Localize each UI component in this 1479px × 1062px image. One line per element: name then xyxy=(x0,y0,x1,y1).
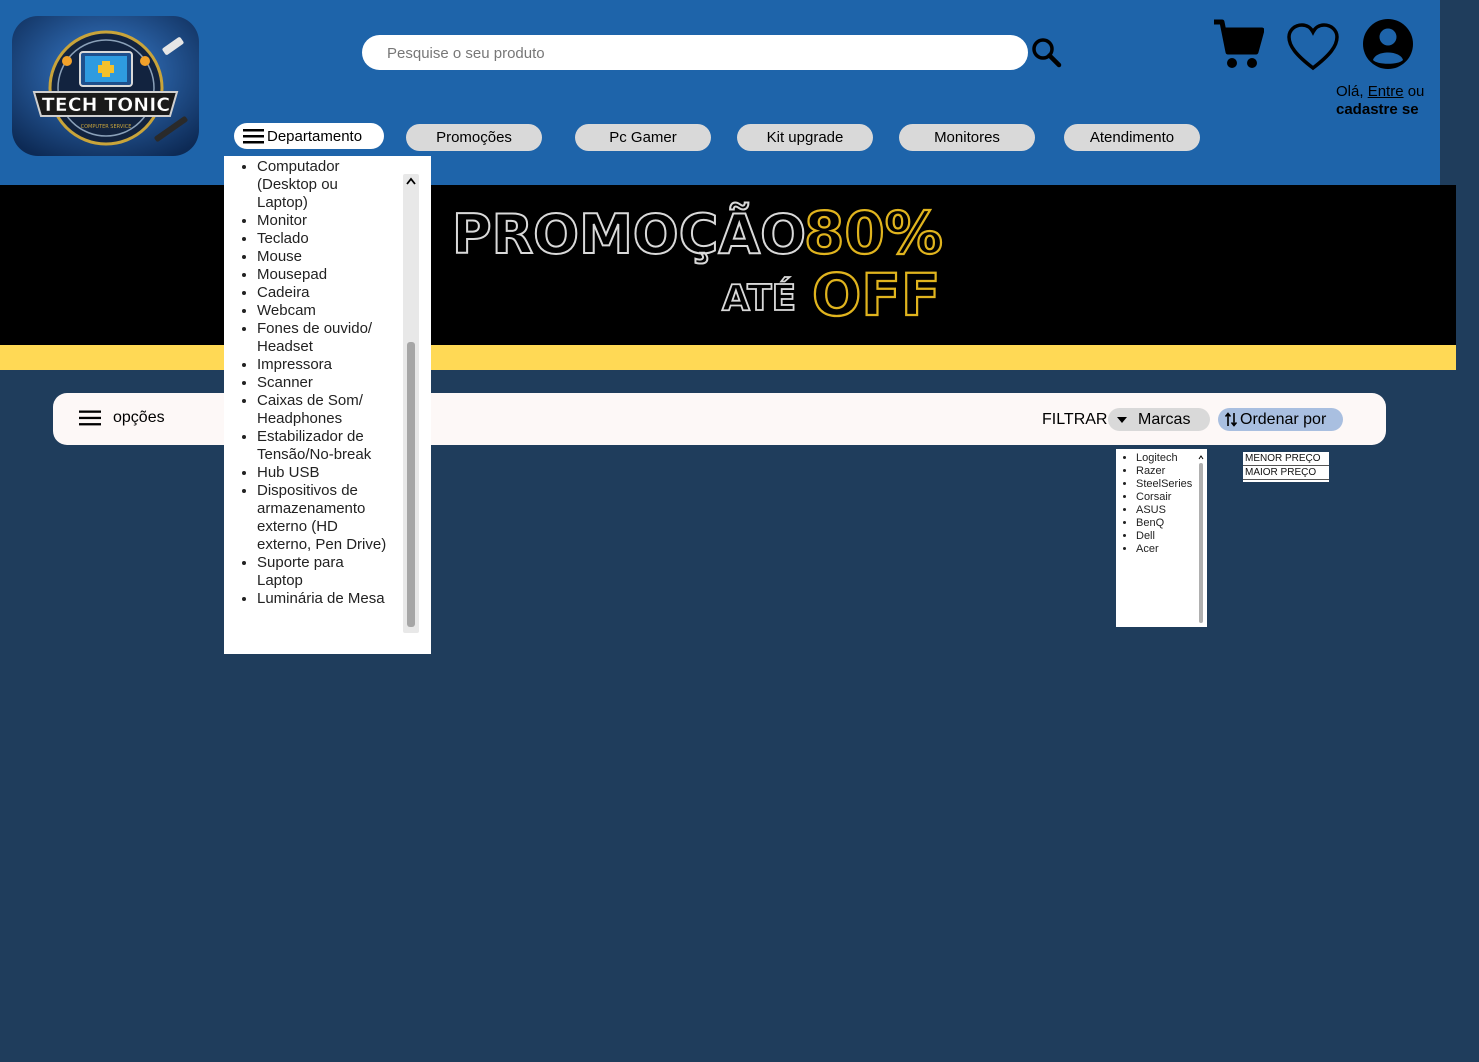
sort-label: Ordenar por xyxy=(1240,410,1327,428)
banner-percent: 80% xyxy=(804,199,943,267)
sort-options-list: MENOR PREÇO MAIOR PREÇO xyxy=(1243,452,1329,482)
filter-label: FILTRAR: xyxy=(1042,411,1112,428)
sort-button[interactable]: Ordenar por xyxy=(1218,408,1343,431)
brand-item[interactable]: ASUS xyxy=(1136,504,1207,517)
department-item[interactable]: Mouse xyxy=(257,248,387,266)
department-scroll-thumb[interactable] xyxy=(407,342,415,627)
heart-icon[interactable] xyxy=(1286,22,1340,72)
options-label: opções xyxy=(113,409,165,426)
department-item[interactable]: Webcam xyxy=(257,302,387,320)
logo-text: TECH TONIC xyxy=(42,94,170,116)
department-list: Computador (Desktop ou Laptop) Monitor T… xyxy=(224,158,387,608)
nav-promocoes[interactable]: Promoções xyxy=(406,124,542,151)
signup-link[interactable]: cadastre se xyxy=(1336,101,1419,118)
login-link[interactable]: Entre xyxy=(1368,83,1404,100)
logo-subtext: COMPUTER SERVICE xyxy=(81,124,132,130)
department-item[interactable]: Scanner xyxy=(257,374,387,392)
greeting-text: Olá, xyxy=(1336,83,1368,100)
department-item[interactable]: Monitor xyxy=(257,212,387,230)
brand-item[interactable]: SteelSeries xyxy=(1136,478,1207,491)
nav-kit-upgrade[interactable]: Kit upgrade xyxy=(737,124,873,151)
department-item[interactable]: Mousepad xyxy=(257,266,387,284)
department-item[interactable]: Dispositivos de armazenamento externo (H… xyxy=(257,482,387,554)
banner-ate: ATÉ xyxy=(722,277,796,319)
nav-pc-gamer[interactable]: Pc Gamer xyxy=(575,124,711,151)
account-greeting: Olá, Entre ou cadastre se xyxy=(1336,83,1446,119)
department-button[interactable]: Departamento xyxy=(234,123,384,149)
scroll-up-icon[interactable] xyxy=(1198,453,1204,461)
nav-label: Pc Gamer xyxy=(609,129,677,146)
department-item[interactable]: Teclado xyxy=(257,230,387,248)
greeting-or-text: ou xyxy=(1403,83,1425,100)
nav-atendimento[interactable]: Atendimento xyxy=(1064,124,1200,151)
sort-highest-price[interactable]: MAIOR PREÇO xyxy=(1243,466,1329,480)
department-scrollbar[interactable] xyxy=(403,174,419,633)
department-label: Departamento xyxy=(267,127,363,145)
brands-label: Marcas xyxy=(1138,410,1191,428)
nav-label: Atendimento xyxy=(1089,129,1175,146)
promo-banner[interactable]: PROMOÇÃO 80% ATÉ OFF xyxy=(0,185,1456,345)
search-input[interactable] xyxy=(385,35,1009,72)
site-header: TECH TONIC COMPUTER SERVICE Pesquise o s… xyxy=(0,0,1440,185)
department-item[interactable]: Hub USB xyxy=(257,464,387,482)
brand-item[interactable]: Dell xyxy=(1136,530,1207,543)
sort-lowest-price[interactable]: MENOR PREÇO xyxy=(1243,452,1329,466)
hamburger-icon xyxy=(243,129,264,144)
sort-arrows-icon xyxy=(1225,412,1238,427)
nav-label: Kit upgrade xyxy=(766,129,844,146)
nav-label: Promoções xyxy=(436,129,512,146)
scroll-up-icon[interactable] xyxy=(405,174,417,188)
brand-item[interactable]: Corsair xyxy=(1136,491,1207,504)
department-item[interactable]: Suporte para Laptop xyxy=(257,554,387,590)
store-logo[interactable]: TECH TONIC COMPUTER SERVICE xyxy=(12,16,199,156)
brands-scrollbar[interactable] xyxy=(1198,453,1204,623)
brand-item[interactable]: BenQ xyxy=(1136,517,1207,530)
hamburger-icon xyxy=(79,410,101,426)
department-item[interactable]: Fones de ouvido/ Headset xyxy=(257,320,387,356)
department-item[interactable]: Computador (Desktop ou Laptop) xyxy=(257,158,387,212)
search-icon[interactable] xyxy=(1030,36,1064,70)
brand-item[interactable]: Acer xyxy=(1136,543,1207,556)
department-item[interactable]: Cadeira xyxy=(257,284,387,302)
banner-stripe xyxy=(0,345,1456,370)
caret-down-icon xyxy=(1117,416,1127,423)
brands-scroll-thumb[interactable] xyxy=(1199,463,1203,623)
cart-icon[interactable] xyxy=(1212,18,1265,70)
department-item[interactable]: Impressora xyxy=(257,356,387,374)
department-item[interactable]: Caixas de Som/ Headphones xyxy=(257,392,387,428)
department-dropdown: Computador (Desktop ou Laptop) Monitor T… xyxy=(224,156,431,654)
brands-filter-button[interactable]: Marcas xyxy=(1108,408,1210,431)
banner-promocao: PROMOÇÃO xyxy=(452,203,806,266)
brand-item[interactable]: Logitech xyxy=(1136,452,1207,465)
department-item[interactable]: Luminária de Mesa xyxy=(257,590,387,608)
search-bar xyxy=(362,35,1028,72)
banner-off: OFF xyxy=(812,261,941,329)
options-button[interactable]: opções xyxy=(79,409,165,427)
nav-monitores[interactable]: Monitores xyxy=(899,124,1035,151)
nav-label: Monitores xyxy=(934,129,1000,146)
account-icon[interactable] xyxy=(1362,18,1414,70)
department-item[interactable]: Estabilizador de Tensão/No-break xyxy=(257,428,387,464)
brands-list: Logitech Razer SteelSeries Corsair ASUS … xyxy=(1116,449,1207,627)
brand-item[interactable]: Razer xyxy=(1136,465,1207,478)
